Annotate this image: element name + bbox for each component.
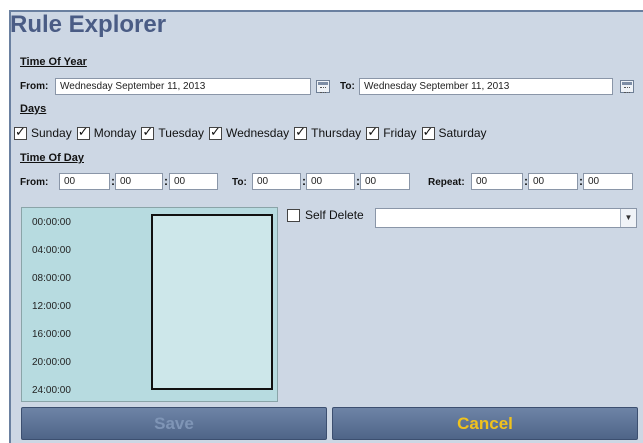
day-label: Wednesday bbox=[226, 126, 290, 140]
day-tuesday[interactable]: Tuesday bbox=[141, 125, 204, 140]
time-of-year-heading: Time Of Year bbox=[20, 56, 87, 68]
day-timeline[interactable]: 00:00:00 04:00:00 08:00:00 12:00:00 16:0… bbox=[21, 207, 278, 402]
timeline-tick: 04:00:00 bbox=[32, 245, 71, 256]
timeline-tick: 20:00:00 bbox=[32, 357, 71, 368]
repeat-hours[interactable]: 00 bbox=[471, 173, 523, 190]
checkbox[interactable] bbox=[366, 125, 380, 140]
calendar-icon[interactable] bbox=[316, 80, 330, 93]
time-of-day-heading: Time Of Day bbox=[20, 152, 84, 164]
time-to-label: To: bbox=[232, 177, 247, 188]
self-delete-label: Self Delete bbox=[305, 208, 364, 222]
timeline-tick: 16:00:00 bbox=[32, 329, 71, 340]
time-separator: : bbox=[164, 174, 168, 188]
checkbox[interactable] bbox=[76, 125, 90, 140]
time-from-minutes[interactable]: 00 bbox=[115, 173, 163, 190]
day-label: Sunday bbox=[31, 126, 72, 140]
date-from-field[interactable]: Wednesday September 11, 2013 bbox=[55, 78, 311, 95]
time-to-seconds[interactable]: 00 bbox=[360, 173, 410, 190]
timeline-tick: 24:00:00 bbox=[32, 385, 71, 396]
timeline-tick: 12:00:00 bbox=[32, 301, 71, 312]
checkbox[interactable] bbox=[14, 125, 27, 140]
self-delete-dropdown[interactable]: ▼ bbox=[375, 208, 637, 228]
days-row: Sunday Monday Tuesday Wednesday Thursday… bbox=[14, 125, 492, 140]
timeline-tick: 00:00:00 bbox=[32, 217, 71, 228]
day-label: Thursday bbox=[311, 126, 362, 140]
date-to-field[interactable]: Wednesday September 11, 2013 bbox=[359, 78, 613, 95]
calendar-icon[interactable] bbox=[620, 80, 634, 93]
day-saturday[interactable]: Saturday bbox=[421, 125, 487, 140]
chevron-down-icon[interactable]: ▼ bbox=[620, 209, 636, 227]
day-monday[interactable]: Monday bbox=[76, 125, 137, 140]
save-button[interactable]: Save bbox=[21, 407, 327, 440]
checkbox[interactable] bbox=[294, 125, 308, 140]
repeat-minutes[interactable]: 00 bbox=[528, 173, 578, 190]
date-to-label: To: bbox=[340, 81, 355, 92]
day-label: Tuesday bbox=[158, 126, 204, 140]
checkbox[interactable] bbox=[421, 125, 435, 140]
self-delete-checkbox[interactable] bbox=[287, 208, 300, 222]
checkbox[interactable] bbox=[141, 125, 155, 140]
time-from-label: From: bbox=[20, 177, 49, 188]
self-delete-option[interactable]: Self Delete bbox=[287, 208, 364, 222]
time-to-minutes[interactable]: 00 bbox=[306, 173, 355, 190]
day-sunday[interactable]: Sunday bbox=[14, 125, 72, 140]
day-label: Saturday bbox=[438, 126, 487, 140]
repeat-seconds[interactable]: 00 bbox=[583, 173, 633, 190]
day-label: Monday bbox=[93, 126, 137, 140]
time-from-hours[interactable]: 00 bbox=[59, 173, 110, 190]
day-thursday[interactable]: Thursday bbox=[294, 125, 362, 140]
checkbox[interactable] bbox=[209, 125, 222, 140]
date-from-label: From: bbox=[20, 81, 49, 92]
active-time-block[interactable] bbox=[151, 214, 273, 390]
time-from-seconds[interactable]: 00 bbox=[169, 173, 218, 190]
cancel-button[interactable]: Cancel bbox=[332, 407, 638, 440]
day-friday[interactable]: Friday bbox=[366, 125, 417, 140]
day-wednesday[interactable]: Wednesday bbox=[209, 125, 290, 140]
timeline-tick: 08:00:00 bbox=[32, 273, 71, 284]
repeat-label: Repeat: bbox=[428, 177, 465, 188]
page-title: Rule Explorer bbox=[10, 11, 167, 38]
day-label: Friday bbox=[383, 126, 417, 140]
time-to-hours[interactable]: 00 bbox=[252, 173, 301, 190]
days-heading: Days bbox=[20, 103, 47, 115]
